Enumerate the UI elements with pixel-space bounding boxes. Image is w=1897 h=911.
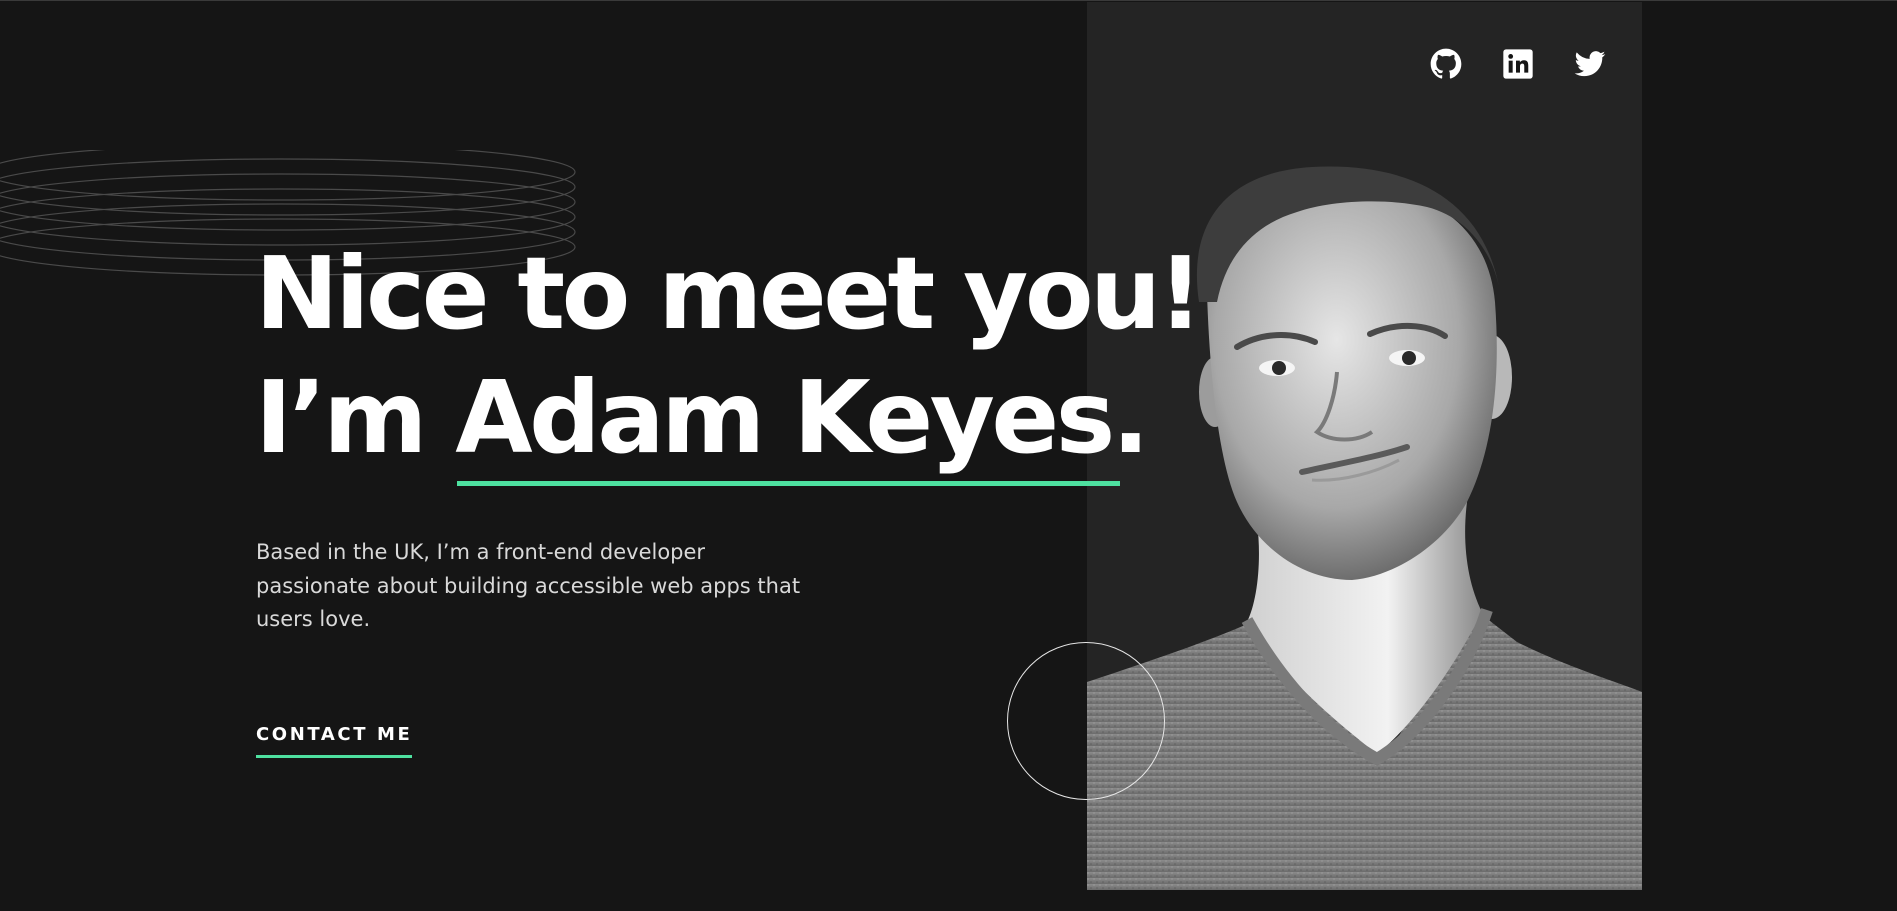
headline-intro-line: I’m Adam Keyes. bbox=[255, 356, 1200, 480]
linkedin-icon bbox=[1503, 49, 1533, 79]
linkedin-link[interactable] bbox=[1502, 48, 1534, 80]
twitter-icon bbox=[1574, 51, 1606, 77]
headline-greeting: Nice to meet you! bbox=[255, 235, 1203, 352]
contact-me-button[interactable]: CONTACT ME bbox=[256, 724, 413, 758]
github-link[interactable] bbox=[1430, 48, 1462, 80]
top-border bbox=[0, 0, 1897, 1]
headline-prefix: I’m bbox=[255, 359, 456, 476]
name-underline bbox=[457, 481, 1121, 486]
page-title: Nice to meet you! I’m Adam Keyes. bbox=[255, 232, 1203, 480]
intro-text: Based in the UK, I’m a front-end develop… bbox=[256, 540, 801, 631]
author-name: Adam Keyes. bbox=[455, 359, 1150, 476]
twitter-link[interactable] bbox=[1574, 48, 1606, 80]
circle-decoration bbox=[1007, 642, 1165, 800]
portfolio-hero: Nice to meet you! I’m Adam Keyes. Based … bbox=[0, 0, 1897, 911]
github-icon bbox=[1430, 48, 1462, 79]
social-links bbox=[1430, 48, 1606, 80]
